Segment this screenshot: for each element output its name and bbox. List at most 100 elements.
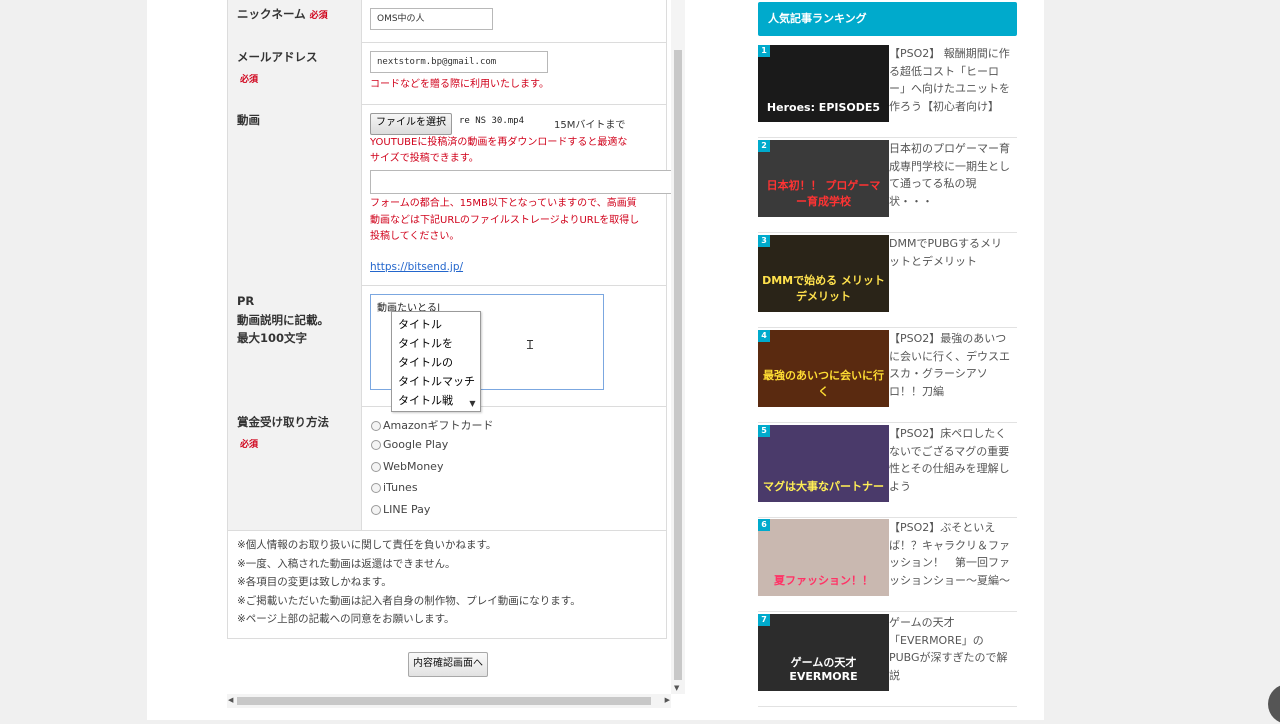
ranking-item[interactable]: 2 日本初！！ プロゲーマー育成学校 日本初のプロゲーマー育 成専門学校に一期生として… (758, 140, 1017, 233)
ranking-item[interactable]: 4 最強のあいつに会いに行く 【PSO2】最強のあいつ に会いに行く、デウスエ スカ・グ… (758, 330, 1017, 423)
required-badge: 必須 (309, 11, 328, 21)
nickname-row: ニックネーム 必須 OMS中の人 (227, 0, 667, 43)
radio-icon[interactable] (371, 440, 381, 450)
radio-icon[interactable] (371, 421, 381, 431)
notes-list: ※個人情報のお取り扱いに関して責任を負いかねます。 ※一度、入稿された動画は返還… (237, 536, 581, 629)
suggestion-item[interactable]: タイトルを (398, 335, 453, 351)
video-note-2-line-2: 動画などは下記URLのファイルストレージよりURLを取得し (370, 215, 640, 226)
article-title-line: ば！？キャラクリ＆ファ (889, 538, 1010, 552)
video-note-2-line-1: フォームの都合上、15MB以下となっていますので、高画質 (370, 198, 637, 209)
article-title-line: る超低コスト「ヒーロ (889, 64, 999, 78)
ranking-item[interactable]: 3 DMMで始める メリットデメリット DMMでPUBGするメリ ットとデメリット (758, 235, 1017, 328)
article-title-line: スカ・グラーシアソ (889, 367, 988, 380)
bitsend-link[interactable]: https://bitsend.jp/ (370, 261, 463, 273)
article-title[interactable]: 日本初のプロゲーマー育 成専門学校に一期生とし て通ってる私の現 状・・・ (889, 140, 1017, 210)
article-title-line: 【PSO2】ぶそといえ (889, 521, 996, 534)
scroll-down-arrow-icon[interactable]: ▼ (674, 684, 679, 692)
video-url-input[interactable] (370, 170, 673, 194)
nickname-value-cell: OMS中の人 (362, 0, 666, 42)
note-item: ※ご掲載いただいた動画は記入者自身の制作物、プレイ動画になります。 (237, 594, 581, 607)
suggestion-item[interactable]: タイトルの (398, 354, 453, 370)
email-label: メールアドレス (237, 50, 318, 64)
reward-row: 賞金受け取り方法 必須 Amazonギフトカード Google Play Web… (227, 406, 667, 531)
article-thumbnail[interactable]: 6 夏ファッション！！ (758, 519, 889, 596)
email-input[interactable]: nextstorm.bp@gmail.com (370, 51, 548, 73)
article-title-line: 作ろう【初心者向け】 (889, 99, 999, 113)
radio-amazon[interactable]: Amazonギフトカード (371, 417, 493, 433)
article-title[interactable]: DMMでPUBGするメリ ットとデメリット (889, 235, 1017, 270)
thumbnail-caption: ゲームの天才 EVERMORE (789, 656, 858, 683)
radio-line-pay[interactable]: LINE Pay (371, 503, 430, 516)
note-item: ※ページ上部の記載への同意をお願いします。 (237, 613, 455, 625)
article-title[interactable]: 【PSO2】床ペロしたく ないでござるマグの重要 性とその仕組みを理解し よう (889, 425, 1017, 495)
email-value-cell: nextstorm.bp@gmail.com コードなどを贈る際に利用いたします… (362, 42, 666, 104)
article-thumbnail[interactable]: 5 マグは大事なパートナー (758, 425, 889, 502)
article-title[interactable]: 【PSO2】ぶそといえ ば！？キャラクリ＆ファ ッション！ 第一回ファ ッションショー… (889, 519, 1017, 589)
vertical-scroll-thumb[interactable] (674, 50, 682, 680)
horizontal-scroll-thumb[interactable] (237, 697, 651, 705)
article-thumbnail[interactable]: 2 日本初！！ プロゲーマー育成学校 (758, 140, 889, 217)
ranking-item[interactable]: 5 マグは大事なパートナー 【PSO2】床ペロしたく ないでござるマグの重要 性とその仕… (758, 425, 1017, 518)
article-title[interactable]: ゲームの天才 「EVERMORE」の PUBGが深すぎたので解説 (889, 614, 1017, 684)
radio-webmoney[interactable]: WebMoney (371, 460, 443, 473)
suggestion-item[interactable]: タイトルマッチ (398, 373, 475, 389)
ranking-item[interactable]: 6 夏ファッション！！ 【PSO2】ぶそといえば！？キャラクリ＆ファ ッション！ 第一… (758, 519, 1017, 612)
text-cursor-icon: Ｉ (524, 338, 537, 352)
note-item: ※一度、入稿された動画は返還はできません。 (237, 557, 456, 570)
reward-label-cell: 賞金受け取り方法 必須 (228, 406, 362, 530)
article-title-line: に会いに行く、デウスエ (889, 349, 1010, 363)
article-title-line: 【PSO2】 報酬期間に作 (889, 47, 1010, 60)
email-label-cell: メールアドレス 必須 (228, 42, 362, 104)
ranking-item[interactable]: 7 ゲームの天才 EVERMORE ゲームの天才 「EVERMORE」の PUBGが深す… (758, 614, 1017, 707)
thumbnail-caption: Heroes: EPISODE5 (766, 101, 881, 114)
floating-button[interactable] (1268, 684, 1280, 724)
rank-number-badge: 2 (758, 140, 770, 152)
horizontal-scrollbar[interactable]: ◀ ▶ (227, 694, 671, 708)
article-title-line: ー」へ向けたユニットを (889, 82, 1010, 95)
pr-value-cell: 動画たいとる| タイトル タイトルを タイトルの タイトルマッチ タイトル戦 ▼ (362, 285, 666, 412)
suggestion-item[interactable]: タイトル (398, 316, 442, 332)
selected-filename: re NS 30.mp4 (459, 116, 525, 126)
form-frame: ニックネーム 必須 OMS中の人 メールアドレス 必須 nextstorm.bp… (227, 0, 685, 708)
email-note: コードなどを贈る際に利用いたします。 (370, 79, 549, 90)
article-title-line: PUBGが深すぎたので解 (889, 651, 1008, 664)
article-title-line: 成専門学校に一期生とし (889, 159, 1010, 173)
radio-icon[interactable] (371, 462, 381, 472)
scroll-left-arrow-icon[interactable]: ◀ (228, 696, 233, 704)
article-title[interactable]: 【PSO2】最強のあいつ に会いに行く、デウスエ スカ・グラーシアソ ロ！！刀編 (889, 330, 1017, 400)
thumbnail-caption: マグは大事なパートナー (763, 480, 884, 493)
article-thumbnail[interactable]: 3 DMMで始める メリットデメリット (758, 235, 889, 312)
nickname-label: ニックネーム 必須 (237, 7, 328, 21)
pr-label-cell: PR 動画説明に記載。 最大100文字 (228, 285, 362, 406)
article-thumbnail[interactable]: 7 ゲームの天才 EVERMORE (758, 614, 889, 691)
video-note-2-line-3: 投稿してください。 (370, 231, 460, 242)
thumbnail-caption: 最強のあいつに会いに行く (763, 369, 884, 398)
confirm-button[interactable]: 内容確認画面へ (408, 652, 488, 677)
article-thumbnail[interactable]: 1 Heroes: EPISODE5 (758, 45, 889, 122)
radio-itunes[interactable]: iTunes (371, 481, 418, 494)
video-row: 動画 ファイルを選択 re NS 30.mp4 15Mバイトまで YOUTUBE… (227, 104, 673, 286)
notes-row: ※個人情報のお取り扱いに関して責任を負いかねます。 ※一度、入稿された動画は返還… (227, 530, 667, 639)
vertical-scrollbar[interactable]: ▼ (671, 0, 685, 694)
rank-number-badge: 4 (758, 330, 770, 342)
article-title[interactable]: 【PSO2】 報酬期間に作 る超低コスト「ヒーロ ー」へ向けたユニットを 作ろう【初心… (889, 45, 1017, 115)
radio-icon[interactable] (371, 505, 381, 515)
radio-google-play[interactable]: Google Play (371, 438, 448, 451)
rank-number-badge: 5 (758, 425, 770, 437)
article-title-line: ッション！ 第一回ファ (889, 556, 1010, 569)
ranking-header: 人気記事ランキング (758, 2, 1017, 36)
nickname-input[interactable]: OMS中の人 (370, 8, 493, 30)
choose-file-button[interactable]: ファイルを選択 (370, 113, 452, 135)
thumbnail-caption: DMMで始める メリットデメリット (762, 274, 885, 303)
video-note-1-line-1: YOUTUBEに投稿済の動画を再ダウンロードすると最適な (370, 137, 628, 148)
article-title-line: 状・・・ (889, 194, 933, 208)
article-thumbnail[interactable]: 4 最強のあいつに会いに行く (758, 330, 889, 407)
pr-label-line-3: 最大100文字 (237, 331, 308, 345)
ranking-item[interactable]: 1 Heroes: EPISODE5 【PSO2】 報酬期間に作 る超低コスト「ヒーロ… (758, 45, 1017, 138)
radio-icon[interactable] (371, 483, 381, 493)
article-title-line: 説 (889, 668, 900, 682)
article-title-line: 日本初のプロゲーマー育 (889, 142, 1010, 155)
required-badge: 必須 (240, 440, 259, 450)
scroll-right-arrow-icon[interactable]: ▶ (665, 696, 670, 704)
rank-number-badge: 6 (758, 519, 770, 531)
